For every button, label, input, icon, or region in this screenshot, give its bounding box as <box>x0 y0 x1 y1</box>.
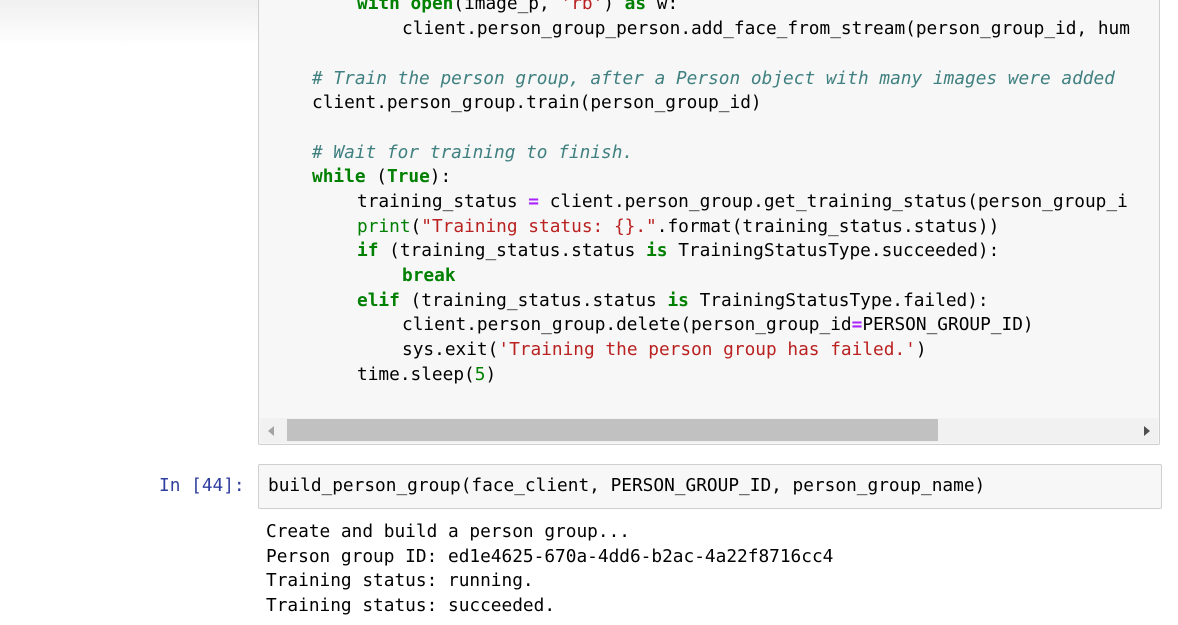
code-line: print("Training status: {}.".format(trai… <box>357 217 999 237</box>
code-token-kw: break <box>402 265 456 286</box>
code-line: with open(image_p, 'rb') as w: <box>357 0 678 14</box>
code-token: w: <box>646 0 679 14</box>
code-token-builtin: print <box>357 216 411 237</box>
code-token-op: = <box>851 314 863 335</box>
output-line: Person group ID: ed1e4625-670a-4dd6-b2ac… <box>266 545 834 567</box>
code-line: training_status = client.person_group.ge… <box>357 192 1128 212</box>
code-token: ) <box>603 0 625 14</box>
code-token-str: "Training status: {}." <box>421 216 657 237</box>
code-token-kw: is <box>646 240 668 261</box>
input-prompt: In [44]: <box>159 475 245 496</box>
code-token: client.person_group.train(person_group_i… <box>312 92 762 113</box>
code-token-kw: with <box>357 0 411 14</box>
code-token: TrainingStatusType.succeeded): <box>667 240 1000 261</box>
output-line: Create and build a person group... <box>266 521 630 542</box>
code-token-kw: as <box>624 0 647 14</box>
code-token: (training_status.status <box>378 240 647 261</box>
code-line: while (True): <box>312 167 451 187</box>
code-cell[interactable]: with open(image_p, 'rb') as w: client.pe… <box>258 0 1160 445</box>
code-token: ( <box>410 216 422 237</box>
code-token: .format(training_status.status)) <box>656 216 1000 237</box>
code-token-kw: if <box>357 240 379 261</box>
code-line: # Wait for training to finish. <box>312 143 633 163</box>
code-token-kw: True <box>386 166 430 187</box>
input-cell[interactable]: build_person_group(face_client, PERSON_G… <box>258 464 1162 509</box>
code-token-op: = <box>528 191 540 212</box>
code-line: time.sleep(5) <box>357 365 496 385</box>
code-line: client.person_group_person.add_face_from… <box>402 19 1130 39</box>
code-line: sys.exit('Training the person group has … <box>402 340 927 360</box>
code-token: client.person_group.delete(person_group_… <box>402 314 852 335</box>
output-line: Training status: succeeded. <box>266 595 556 617</box>
triangle-left-icon[interactable] <box>268 426 274 436</box>
input-code[interactable]: build_person_group(face_client, PERSON_G… <box>268 476 985 496</box>
code-token-num: 5 <box>474 364 486 385</box>
code-token: client.person_group.get_training_status(… <box>539 191 1128 212</box>
code-line: # Train the person group, after a Person… <box>312 69 1115 89</box>
code-line: break <box>402 266 456 286</box>
code-token: training_status <box>357 191 529 212</box>
code-token: ( <box>365 166 387 187</box>
code-token: sys.exit( <box>402 339 499 360</box>
notebook-left-gutter-shade <box>0 0 258 46</box>
code-token: (image_p, <box>453 0 561 14</box>
code-token-kw: elif <box>357 290 400 311</box>
code-token-str: 'rb' <box>560 0 604 14</box>
code-editor[interactable]: with open(image_p, 'rb') as w: client.pe… <box>267 0 1159 413</box>
code-token: client.person_group_person.add_face_from… <box>402 18 1130 39</box>
code-token: TrainingStatusType.failed): <box>688 290 989 311</box>
cell-output: Create and build a person group... Perso… <box>266 520 833 619</box>
code-token-kw: open <box>410 0 454 14</box>
code-line: if (training_status.status is TrainingSt… <box>357 241 999 261</box>
code-token: ): <box>429 166 452 187</box>
code-token: time.sleep( <box>357 364 475 385</box>
code-token-cmt: # Train the person group, after a Person… <box>312 68 1115 89</box>
code-line: client.person_group.train(person_group_i… <box>312 93 762 113</box>
code-token: ) <box>485 364 497 385</box>
code-token-kw: while <box>312 166 366 187</box>
code-token-cmt: # Wait for training to finish. <box>312 142 634 163</box>
horizontal-scrollbar[interactable] <box>260 418 1158 443</box>
code-line: elif (training_status.status is Training… <box>357 291 989 311</box>
code-token: ) <box>915 339 927 360</box>
code-token: PERSON_GROUP_ID) <box>862 314 1034 335</box>
output-line: Training status: running. <box>266 570 534 592</box>
code-line: client.person_group.delete(person_group_… <box>402 315 1034 335</box>
code-token-kw: is <box>667 290 689 311</box>
code-token-str: 'Training the person group has failed.' <box>498 339 916 360</box>
scrollbar-thumb[interactable] <box>287 419 938 441</box>
triangle-right-icon[interactable] <box>1144 426 1150 436</box>
code-token: (training_status.status <box>399 290 668 311</box>
